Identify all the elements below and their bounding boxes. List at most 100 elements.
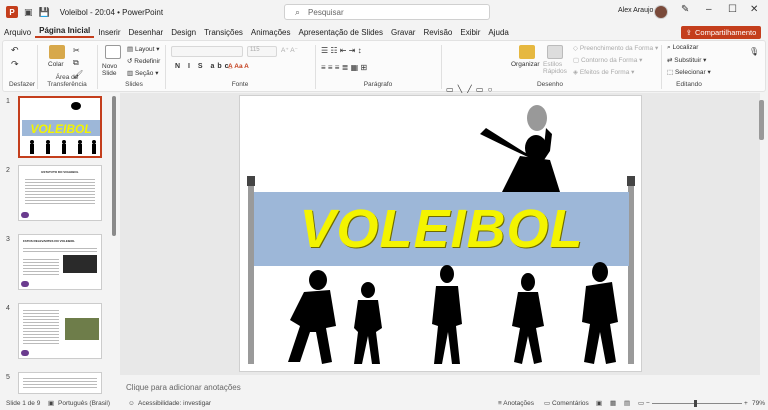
- microphone-icon[interactable]: 🎙: [749, 47, 759, 56]
- slide-thumbnail-4[interactable]: [18, 303, 102, 359]
- maximize-icon[interactable]: ☐: [728, 4, 737, 15]
- slide-thumbnail-1[interactable]: VOLEIBOL: [18, 96, 102, 158]
- close-icon[interactable]: ✕: [750, 4, 758, 15]
- accessibility-icon: ☺: [128, 399, 135, 407]
- font-size-field[interactable]: 115: [247, 46, 277, 57]
- thumb5-text-lines: [23, 376, 97, 390]
- menu-item-0[interactable]: Arquivo: [0, 28, 35, 37]
- paste-button[interactable]: Colar: [48, 61, 64, 68]
- shape-fill-button[interactable]: ◇ Preenchimento da Forma ▾: [573, 44, 658, 52]
- thumb-number: 1: [6, 98, 10, 105]
- thumb-number: 5: [6, 374, 10, 381]
- slideshow-icon[interactable]: ▭: [638, 399, 644, 407]
- slide-thumbnail-5[interactable]: [18, 372, 102, 394]
- slide-thumbnail-3[interactable]: FATOS RELEVANTES DO VOLEIBOL: [18, 234, 102, 290]
- format-buttons[interactable]: N I S abc: [175, 63, 232, 70]
- zoom-in-icon[interactable]: +: [744, 400, 748, 407]
- arrange-icon[interactable]: [519, 45, 535, 59]
- layout-button[interactable]: ▤ Layout ▾: [127, 45, 160, 53]
- minimize-icon[interactable]: –: [706, 4, 712, 15]
- zoom-level[interactable]: 79%: [752, 400, 765, 407]
- quick-styles-button[interactable]: Estilos Rápidos: [543, 61, 569, 75]
- font-name-field[interactable]: [171, 46, 243, 57]
- search-input[interactable]: ⌕ Pesquisar: [284, 4, 490, 20]
- share-button[interactable]: ⇪ Compartilhamento: [681, 26, 761, 39]
- menu-item-11[interactable]: Ajuda: [484, 28, 512, 37]
- thumb4-text-lines: [23, 308, 59, 344]
- copy-icon[interactable]: ⧉: [73, 58, 79, 68]
- replace-button[interactable]: ⇄ Substituir ▾: [667, 56, 706, 64]
- thumbnail-scrollbar[interactable]: [112, 96, 116, 236]
- slides-group-label: Slides: [125, 81, 143, 88]
- thumb-number: 3: [6, 236, 10, 243]
- paste-icon[interactable]: [49, 45, 65, 59]
- share-icon: ⇪: [685, 28, 692, 37]
- slide-sorter-icon[interactable]: ▦: [610, 399, 616, 407]
- thumb-number: 2: [6, 167, 10, 174]
- thumbnail-pane: 1 VOLEIBOL 2 ESTATUTO DO VOLEIBOL 3 FATO…: [0, 93, 118, 395]
- thumb2-title: ESTATUTO DO VOLEIBOL: [41, 170, 79, 174]
- drawing-group-label: Desenho: [536, 81, 564, 88]
- reset-button[interactable]: ↺ Redefinir: [127, 57, 160, 65]
- section-button[interactable]: ▥ Seção ▾: [127, 69, 158, 77]
- thumb3-title: FATOS RELEVANTES DO VOLEIBOL: [23, 239, 76, 243]
- editing-group-label: Editando: [676, 81, 702, 88]
- align-icons[interactable]: ≡ ≡ ≡ ≣ ▦ ⊞: [321, 63, 367, 72]
- grow-font-icon[interactable]: A⁺ A⁻: [281, 46, 298, 54]
- notes-button[interactable]: ≡ Anotações: [498, 400, 534, 407]
- notes-placeholder[interactable]: Clique para adicionar anotações: [126, 383, 241, 392]
- menu-item-6[interactable]: Animações: [247, 28, 295, 37]
- shape-outline-button[interactable]: ▢ Contorno da Forma ▾: [573, 56, 642, 64]
- comments-button[interactable]: ▭ Comentários: [544, 399, 589, 407]
- autosave-icon[interactable]: ▣: [24, 7, 33, 18]
- new-slide-icon[interactable]: [105, 45, 121, 59]
- redo-icon[interactable]: ↷: [11, 59, 19, 70]
- menu-item-9[interactable]: Revisão: [419, 28, 456, 37]
- shape-effects-button[interactable]: ◈ Efeitos de Forma ▾: [573, 68, 634, 76]
- powerpoint-logo-icon: P: [6, 6, 18, 18]
- menu-item-1[interactable]: Página Inicial: [35, 26, 95, 38]
- slide-canvas[interactable]: VOLEIBOL: [239, 95, 642, 372]
- menu-item-4[interactable]: Design: [167, 28, 200, 37]
- bullets-icon[interactable]: ☰ ☷ ⇤ ⇥ ↕: [321, 46, 362, 55]
- avatar[interactable]: [654, 5, 668, 19]
- zoom-slider-thumb[interactable]: [694, 400, 697, 407]
- select-button[interactable]: ⬚ Selecionar ▾: [667, 68, 711, 76]
- new-slide-button[interactable]: Novo Slide: [102, 63, 126, 77]
- window-title: Voleibol - 20:04 • PowerPoint: [59, 7, 164, 17]
- normal-view-icon[interactable]: ▣: [596, 399, 602, 407]
- slide-thumbnail-2[interactable]: ESTATUTO DO VOLEIBOL: [18, 165, 102, 221]
- zoom-out-icon[interactable]: −: [646, 400, 650, 407]
- thumb4-corner-image: [21, 350, 29, 356]
- search-icon: ⌕: [295, 6, 301, 17]
- thumb3-text-lines-2: [23, 257, 59, 275]
- reading-view-icon[interactable]: ▤: [624, 399, 630, 407]
- find-button[interactable]: ⌕ Localizar: [667, 44, 698, 52]
- thumb1-graphic: VOLEIBOL: [22, 102, 100, 154]
- undo-group-label: Desfazer: [8, 81, 35, 88]
- save-icon[interactable]: 💾: [39, 7, 50, 18]
- menu-bar: Arquivo Página Inicial Inserir Desenhar Desi…: [0, 24, 768, 40]
- menu-item-2[interactable]: Inserir: [94, 28, 124, 37]
- zoom-slider-track[interactable]: [652, 403, 742, 404]
- arrange-button[interactable]: Organizar: [511, 61, 540, 68]
- spellcheck-icon[interactable]: ▣: [48, 399, 54, 407]
- slide-title[interactable]: VOLEIBOL: [254, 192, 629, 266]
- menu-item-8[interactable]: Gravar: [387, 28, 419, 37]
- font-color-icon[interactable]: A̲ Aa A: [228, 63, 249, 70]
- menu-item-5[interactable]: Transições: [200, 28, 247, 37]
- undo-icon[interactable]: ↶: [11, 45, 19, 56]
- user-name[interactable]: Alex Araujo: [618, 7, 653, 14]
- menu-item-7[interactable]: Apresentação de Slides: [295, 28, 388, 37]
- ribbon: ↶ ↷ Desfazer Colar ✂ ⧉ 🖌 Área de Transfe…: [2, 40, 766, 130]
- cut-icon[interactable]: ✂: [73, 46, 80, 55]
- accessibility-status[interactable]: Acessibilidade: investigar: [138, 400, 211, 407]
- thumb2-text-lines: [25, 177, 95, 205]
- menu-item-10[interactable]: Exibir: [456, 28, 484, 37]
- canvas-scrollbar[interactable]: [759, 100, 764, 140]
- language-label[interactable]: Português (Brasil): [58, 400, 110, 407]
- quick-styles-icon[interactable]: [547, 45, 563, 59]
- pen-icon[interactable]: ✎: [681, 4, 689, 15]
- menu-item-3[interactable]: Desenhar: [125, 28, 168, 37]
- thumb2-corner-image: [21, 212, 29, 218]
